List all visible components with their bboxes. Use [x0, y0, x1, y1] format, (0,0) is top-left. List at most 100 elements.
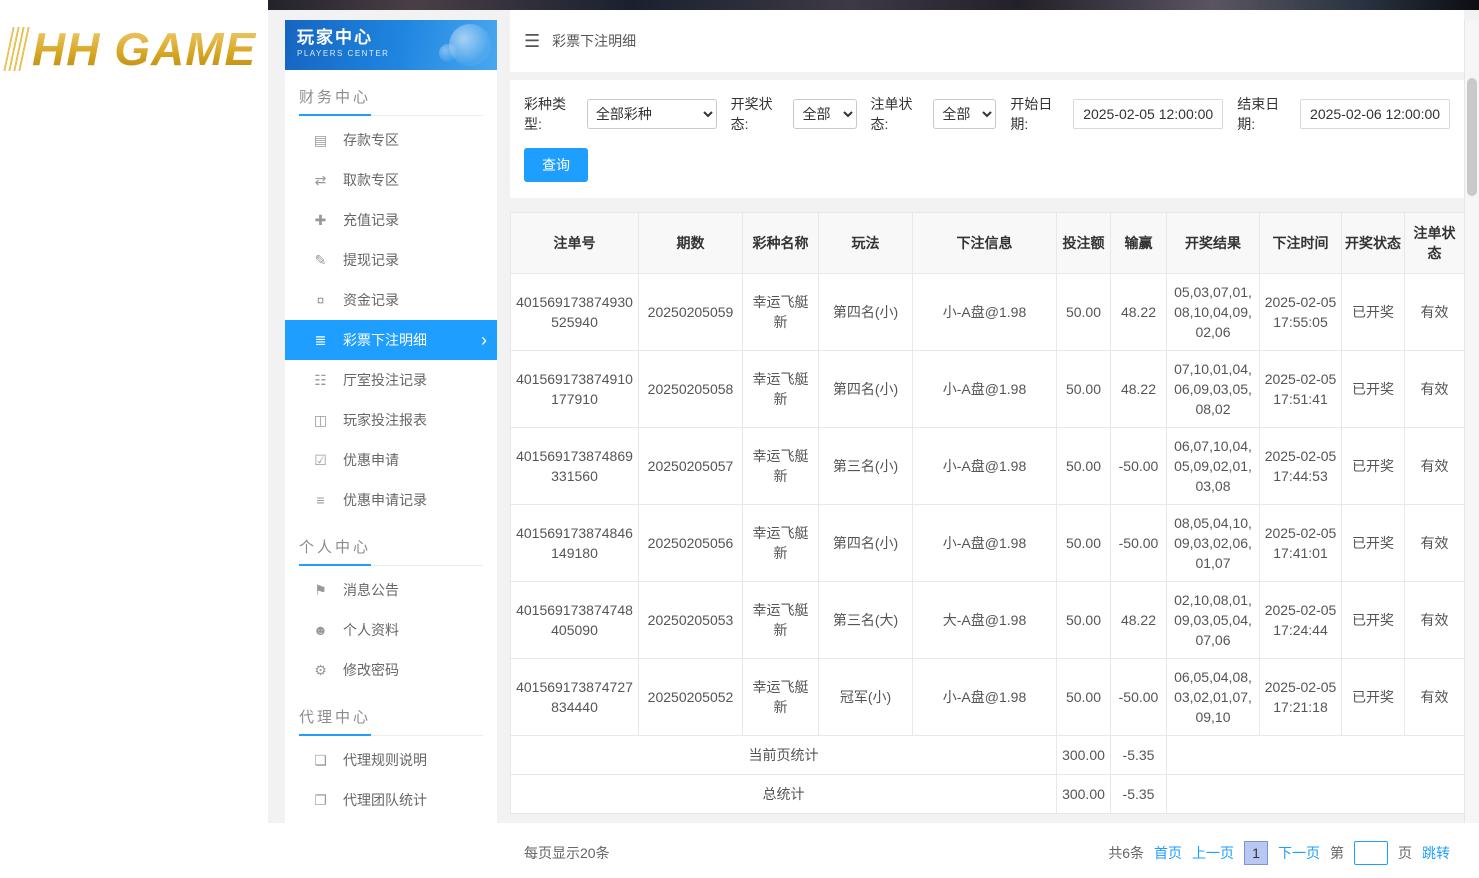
end-date-label: 结束日期: — [1237, 94, 1296, 134]
table-cell: 有效 — [1405, 428, 1465, 505]
menu-section-label: 个人中心 — [299, 536, 483, 566]
table-cell: 第三名(大) — [819, 582, 913, 659]
table-cell: 已开奖 — [1342, 351, 1405, 428]
table-cell: 幸运飞艇新 — [743, 659, 819, 736]
table-row: 40156917387493052594020250205059幸运飞艇新第四名… — [511, 274, 1465, 351]
sidebar-item-profile[interactable]: ☻个人资料 — [285, 610, 497, 650]
start-date-input[interactable] — [1073, 99, 1223, 129]
sidebar-item-hall-bet-records[interactable]: ☷厅室投注记录 — [285, 360, 497, 400]
bell-icon: ⚑ — [312, 582, 329, 599]
sidebar-item-label: 提现记录 — [343, 250, 487, 270]
table-cell: 06,05,04,08,03,02,01,07,09,10 — [1167, 659, 1260, 736]
total-summary-row: 总统计300.00-5.35 — [511, 775, 1465, 814]
sidebar-item-label: 消息公告 — [343, 580, 487, 600]
sidebar-item-lottery-bet-details[interactable]: ≣彩票下注明细› — [285, 320, 497, 360]
jump-prefix-text: 第 — [1330, 843, 1344, 863]
next-page-link[interactable]: 下一页 — [1278, 843, 1320, 863]
book-icon: ❐ — [312, 792, 329, 809]
prev-page-link[interactable]: 上一页 — [1192, 843, 1234, 863]
table-cell: 48.22 — [1111, 351, 1167, 428]
sidebar-item-label: 取款专区 — [343, 170, 487, 190]
sidebar-item-change-password[interactable]: ⚙修改密码 — [285, 650, 497, 690]
current-page-indicator: 1 — [1244, 841, 1268, 865]
gift-icon: ☑ — [312, 452, 329, 469]
sidebar-item-announcements[interactable]: ⚑ 消息公告 — [285, 570, 497, 610]
order-status-select[interactable]: 全部 — [933, 99, 996, 129]
table-cell: 有效 — [1405, 351, 1465, 428]
table-cell: 有效 — [1405, 582, 1465, 659]
sidebar-item-promo-apply-records[interactable]: ≡ 优惠申请记录 — [285, 480, 497, 520]
hamburger-menu-icon[interactable]: ☰ — [524, 31, 540, 52]
sidebar-subtitle: PLAYERS CENTER — [297, 49, 485, 58]
table-row: 40156917387472783444020250205052幸运飞艇新冠军(… — [511, 659, 1465, 736]
user-icon: ☻ — [312, 622, 329, 638]
table-cell: 小-A盘@1.98 — [913, 428, 1057, 505]
table-cell: 401569173874930525940 — [511, 274, 639, 351]
column-header: 开奖状态 — [1342, 213, 1405, 274]
sidebar-item-agent-rules[interactable]: ❏代理规则说明 — [285, 740, 497, 780]
jump-page-input[interactable] — [1354, 841, 1388, 865]
table-cell: 2025-02-05 17:41:01 — [1260, 505, 1342, 582]
table-cell: 冠军(小) — [819, 659, 913, 736]
main-body: 玩家中心 PLAYERS CENTER 财务中心▤存款专区⇄取款专区✚充值记录✎… — [268, 10, 1479, 823]
sidebar-item-promo-apply[interactable]: ☑优惠申请 — [285, 440, 497, 480]
table-cell: 幸运飞艇新 — [743, 351, 819, 428]
menu-section-label: 代理中心 — [299, 706, 483, 736]
scrollbar-thumb[interactable] — [1467, 78, 1477, 196]
sidebar-item-withdraw[interactable]: ⇄取款专区 — [285, 160, 497, 200]
sidebar-item-player-bet-report[interactable]: ◫玩家投注报表 — [285, 400, 497, 440]
sidebar-item-label: 代理规则说明 — [343, 750, 487, 770]
table-cell: 50.00 — [1057, 428, 1111, 505]
vertical-scrollbar[interactable] — [1464, 20, 1479, 823]
table-cell: 幸运飞艇新 — [743, 428, 819, 505]
sidebar-item-label: 代理团队统计 — [343, 790, 487, 810]
table-cell: 05,03,07,01,08,10,04,09,02,06 — [1167, 274, 1260, 351]
sidebar-item-funds-records[interactable]: ¤资金记录 — [285, 280, 497, 320]
column-header: 注单状态 — [1405, 213, 1465, 274]
end-date-input[interactable] — [1300, 99, 1450, 129]
jump-button[interactable]: 跳转 — [1422, 843, 1450, 863]
list2-icon: ≡ — [312, 492, 329, 508]
sidebar-item-label: 玩家投注报表 — [343, 410, 487, 430]
card-icon: ▤ — [312, 132, 329, 149]
page-summary-row: 当前页统计300.00-5.35 — [511, 736, 1465, 775]
summary-bet-total: 300.00 — [1057, 736, 1111, 775]
table-row: 40156917387474840509020250205053幸运飞艇新第三名… — [511, 582, 1465, 659]
sidebar-item-label: 厅室投注记录 — [343, 370, 487, 390]
summary-win-loss: -5.35 — [1111, 736, 1167, 775]
table-cell: 第四名(小) — [819, 505, 913, 582]
lottery-type-select[interactable]: 全部彩种 — [587, 99, 717, 129]
brand-panel: HH GAME — [0, 0, 268, 823]
sidebar-menu: 财务中心▤存款专区⇄取款专区✚充值记录✎提现记录¤资金记录≣彩票下注明细›☷厅室… — [285, 86, 497, 820]
table-cell: 20250205058 — [639, 351, 743, 428]
column-header: 投注额 — [1057, 213, 1111, 274]
draw-status-select[interactable]: 全部 — [793, 99, 856, 129]
logo-stripes-decoration — [3, 27, 32, 71]
table-cell: 2025-02-05 17:21:18 — [1260, 659, 1342, 736]
table-cell: 小-A盘@1.98 — [913, 351, 1057, 428]
table-cell: 已开奖 — [1342, 505, 1405, 582]
table-cell: 50.00 — [1057, 582, 1111, 659]
sidebar-item-withdraw-records[interactable]: ✎提现记录 — [285, 240, 497, 280]
sidebar-item-agent-team-stats[interactable]: ❐ 代理团队统计 — [285, 780, 497, 820]
table-row: 40156917387484614918020250205056幸运飞艇新第四名… — [511, 505, 1465, 582]
table-cell: 401569173874846149180 — [511, 505, 639, 582]
summary-empty — [1167, 736, 1465, 775]
table-cell: 有效 — [1405, 274, 1465, 351]
table-cell: 20250205053 — [639, 582, 743, 659]
first-page-link[interactable]: 首页 — [1154, 843, 1182, 863]
table-cell: 50.00 — [1057, 659, 1111, 736]
table-cell: 50.00 — [1057, 274, 1111, 351]
table-cell: 50.00 — [1057, 505, 1111, 582]
search-button[interactable]: 查询 — [524, 148, 588, 182]
table-cell: 08,05,04,10,09,03,02,06,01,07 — [1167, 505, 1260, 582]
table-cell: 02,10,08,01,09,03,05,04,07,06 — [1167, 582, 1260, 659]
chevron-right-icon: › — [481, 331, 487, 349]
sidebar-item-deposit[interactable]: ▤存款专区 — [285, 120, 497, 160]
table-cell: 401569173874727834440 — [511, 659, 639, 736]
sidebar-item-label: 优惠申请记录 — [343, 490, 487, 510]
sidebar-item-recharge-records[interactable]: ✚充值记录 — [285, 200, 497, 240]
table-cell: 已开奖 — [1342, 659, 1405, 736]
table-cell: 第四名(小) — [819, 274, 913, 351]
table-cell: 20250205056 — [639, 505, 743, 582]
